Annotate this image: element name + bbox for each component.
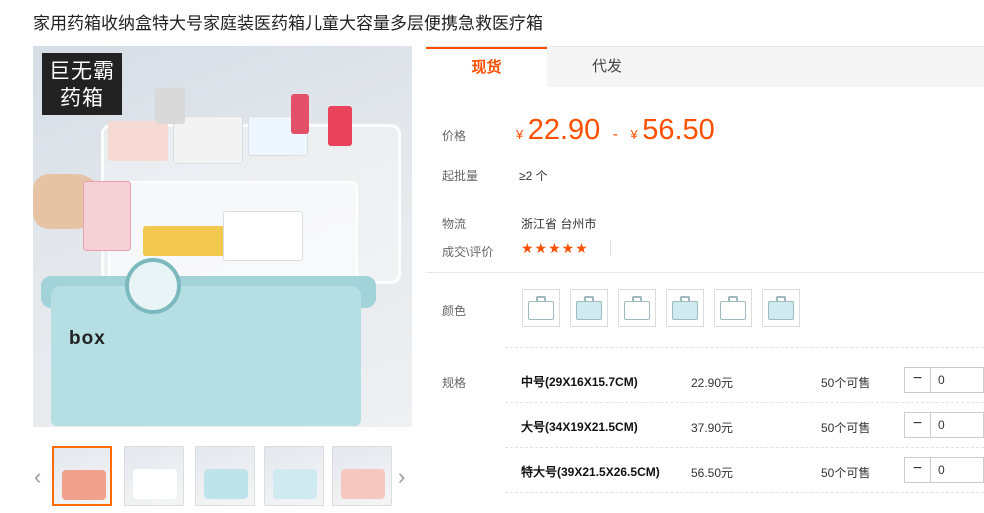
min-order-label: 起批量 [442, 169, 479, 183]
box-lock-icon [125, 258, 181, 314]
spec-stock: 50个可售 [821, 466, 871, 480]
color-swatch-1[interactable] [522, 289, 560, 327]
tab-dropship[interactable]: 代发 [547, 47, 667, 88]
main-product-image[interactable]: box 巨无霸 药箱 [33, 46, 412, 427]
quantity-stepper[interactable]: − 0 [904, 412, 984, 438]
price-label: 价格 [442, 129, 467, 143]
thumbnail-next-icon[interactable]: › [398, 464, 405, 490]
rating-stars[interactable]: ★★★★★ [521, 240, 589, 257]
minus-button[interactable]: − [905, 458, 931, 482]
minus-button[interactable]: − [905, 368, 931, 392]
medicine-box-graphic [108, 121, 168, 161]
spec-price: 37.90元 [691, 421, 734, 435]
price-low: 22.90 [527, 114, 601, 146]
box-icon [672, 301, 698, 320]
bottle-graphic [328, 106, 352, 146]
box-icon [624, 301, 650, 320]
color-swatch-3[interactable] [618, 289, 656, 327]
price-high: 56.50 [642, 114, 715, 146]
thumbnail-4[interactable] [264, 446, 324, 506]
currency-symbol: ¥ [630, 127, 638, 142]
tab-in-stock[interactable]: 现货 [426, 47, 547, 88]
thumbnail-prev-icon[interactable]: ‹ [34, 464, 41, 490]
price-separator: - [612, 126, 619, 143]
reviews-label: 成交\评价 [442, 245, 494, 259]
divider [505, 492, 984, 493]
thumbnail-1[interactable] [52, 446, 112, 506]
divider [505, 347, 984, 348]
image-badge-line1: 巨无霸 [49, 60, 115, 83]
thumbnail-3[interactable] [195, 446, 255, 506]
min-order-value: ≥2 个 [519, 169, 548, 183]
bottle-graphic [291, 94, 309, 134]
image-badge: 巨无霸 药箱 [42, 53, 122, 115]
thumbnail-image [133, 469, 177, 499]
color-swatch-4[interactable] [666, 289, 704, 327]
image-badge-line2: 药箱 [60, 87, 104, 110]
box-brand-text: box [69, 328, 106, 349]
spec-label: 规格 [442, 376, 467, 390]
logistics-label: 物流 [442, 217, 467, 231]
thumbnail-image [341, 469, 385, 499]
thumbnail-image [273, 469, 317, 499]
thumbnail-5[interactable] [332, 446, 392, 506]
spec-name: 大号(34X19X21.5CM) [521, 420, 638, 434]
color-swatch-5[interactable] [714, 289, 752, 327]
thumbnail-image [204, 469, 248, 499]
color-label: 颜色 [442, 304, 467, 318]
spec-stock: 50个可售 [821, 376, 871, 390]
gauze-graphic [223, 211, 303, 261]
box-icon [720, 301, 746, 320]
minus-button[interactable]: − [905, 413, 931, 437]
spec-price: 56.50元 [691, 466, 734, 480]
spec-name: 中号(29X16X15.7CM) [521, 375, 638, 389]
logistics-value: 浙江省 台州市 [521, 217, 597, 231]
divider [505, 447, 984, 448]
quantity-input[interactable]: 0 [938, 418, 945, 432]
quantity-input[interactable]: 0 [938, 373, 945, 387]
divider [505, 402, 984, 403]
bottle-graphic [155, 88, 185, 124]
divider [610, 241, 611, 255]
divider [426, 272, 984, 273]
thumbnail-2[interactable] [124, 446, 184, 506]
price-range: ¥ 22.90 - ¥ 56.50 [516, 114, 715, 147]
medicine-box-graphic [83, 181, 131, 251]
box-icon [528, 301, 554, 320]
quantity-input[interactable]: 0 [938, 463, 945, 477]
currency-symbol: ¥ [516, 127, 524, 142]
color-swatch-2[interactable] [570, 289, 608, 327]
quantity-stepper[interactable]: − 0 [904, 457, 984, 483]
product-title: 家用药箱收纳盒特大号家庭装医药箱儿童大容量多层便携急救医疗箱 [33, 14, 543, 33]
thumbnail-image [62, 470, 106, 500]
color-swatch-6[interactable] [762, 289, 800, 327]
box-icon [768, 301, 794, 320]
quantity-stepper[interactable]: − 0 [904, 367, 984, 393]
spec-price: 22.90元 [691, 376, 734, 390]
spec-stock: 50个可售 [821, 421, 871, 435]
purchase-type-tabs: 现货 代发 [426, 46, 984, 88]
spec-name: 特大号(39X21.5X26.5CM) [521, 465, 660, 479]
box-icon [576, 301, 602, 320]
box-base [51, 286, 361, 426]
